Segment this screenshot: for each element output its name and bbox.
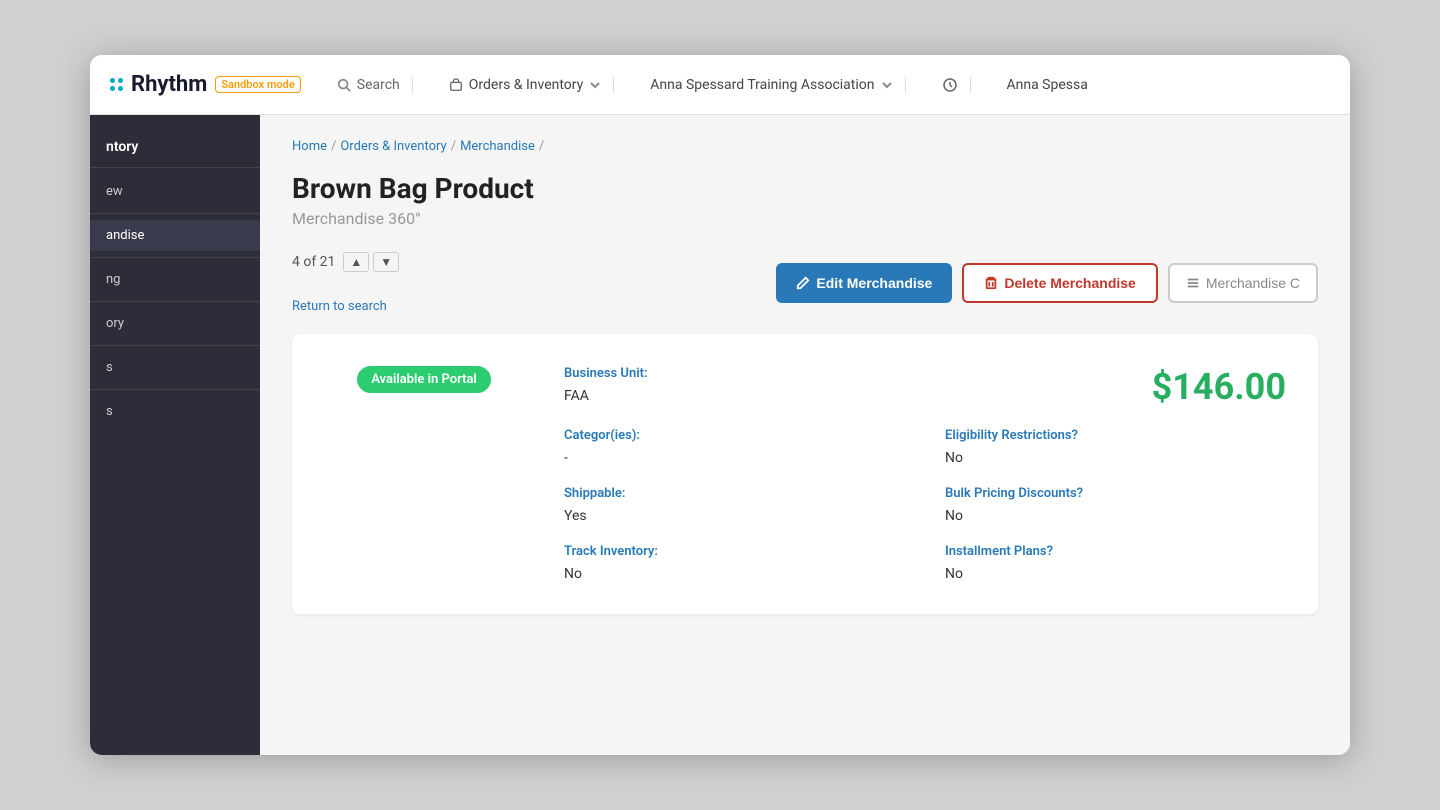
sidebar-item-label: ew: [106, 184, 123, 199]
return-search-link[interactable]: Return to search: [292, 299, 387, 314]
page-subtitle: Merchandise 360°: [292, 209, 1318, 228]
more-options-button[interactable]: Merchandise C: [1168, 263, 1318, 303]
installment-value: No: [945, 566, 963, 582]
delete-label: Delete Merchandise: [1004, 275, 1136, 291]
chevron-down-icon: [589, 79, 601, 91]
track-inventory-label: Track Inventory:: [564, 544, 905, 559]
main-content: Home / Orders & Inventory / Merchandise …: [260, 115, 1350, 755]
sidebar-divider: [90, 213, 260, 214]
history-icon: [942, 77, 958, 93]
pencil-icon: [796, 276, 810, 290]
sidebar-item-settings-2[interactable]: s: [90, 396, 260, 427]
shopping-bag-icon: [449, 78, 463, 92]
user-name: Anna Spessa: [1007, 77, 1088, 93]
sidebar-item-label: ng: [106, 272, 120, 287]
history-button[interactable]: [930, 77, 971, 93]
sidebar-section-title: ntory: [90, 131, 260, 168]
sidebar-divider: [90, 301, 260, 302]
business-unit-label: Business Unit:: [564, 366, 905, 381]
chevron-down-icon: [881, 79, 893, 91]
eligibility-label: Eligibility Restrictions?: [945, 428, 1286, 443]
breadcrumb-separator: /: [331, 139, 336, 154]
pagination-arrows: ▲ ▼: [343, 252, 399, 272]
availability-badge: Available in Portal: [357, 366, 491, 393]
logo-icon: [110, 78, 123, 91]
sidebar-divider: [90, 345, 260, 346]
search-icon: [337, 78, 351, 92]
product-card: Available in Portal Business Unit: FAA $…: [292, 334, 1318, 614]
edit-label: Edit Merchandise: [816, 275, 932, 291]
main-layout: ntory ew andise ng ory s s: [90, 115, 1350, 755]
orders-inventory-nav[interactable]: Orders & Inventory: [437, 77, 615, 93]
sidebar-item-overview[interactable]: ew: [90, 176, 260, 207]
product-image-area: Available in Portal: [324, 366, 524, 582]
action-buttons: Edit Merchandise Delete Merchandise: [776, 263, 1318, 303]
business-unit-group: Business Unit: FAA: [564, 366, 905, 408]
header: Rhythm Sandbox mode Search Orders & Inve…: [90, 55, 1350, 115]
track-inventory-group: Track Inventory: No: [564, 544, 905, 582]
sidebar-divider: [90, 389, 260, 390]
search-label: Search: [357, 77, 400, 93]
eligibility-value: No: [945, 450, 963, 466]
pagination-count: 4 of 21: [292, 254, 335, 270]
breadcrumb-merchandise[interactable]: Merchandise: [460, 139, 535, 154]
delete-merchandise-button[interactable]: Delete Merchandise: [962, 263, 1158, 303]
categories-value: -: [564, 450, 568, 466]
orders-inventory-label: Orders & Inventory: [469, 77, 584, 93]
categories-label: Categor(ies):: [564, 428, 905, 443]
business-unit-value: FAA: [564, 388, 589, 404]
sidebar-item-label: ory: [106, 316, 124, 331]
breadcrumb-orders[interactable]: Orders & Inventory: [340, 139, 446, 154]
installment-group: Installment Plans? No: [945, 544, 1286, 582]
breadcrumb: Home / Orders & Inventory / Merchandise …: [292, 139, 1318, 154]
page-title: Brown Bag Product: [292, 172, 1318, 205]
installment-label: Installment Plans?: [945, 544, 1286, 559]
track-inventory-value: No: [564, 566, 582, 582]
org-selector[interactable]: Anna Spessard Training Association: [638, 77, 905, 93]
search-button[interactable]: Search: [325, 77, 413, 93]
list-icon: [1186, 276, 1200, 290]
sidebar-item-pricing[interactable]: ng: [90, 264, 260, 295]
sidebar-divider: [90, 257, 260, 258]
bulk-pricing-label: Bulk Pricing Discounts?: [945, 486, 1286, 501]
edit-merchandise-button[interactable]: Edit Merchandise: [776, 263, 952, 303]
sidebar-item-inventory[interactable]: ory: [90, 308, 260, 339]
breadcrumb-separator: /: [539, 139, 544, 154]
sidebar-item-label: andise: [106, 228, 144, 243]
eligibility-group: Eligibility Restrictions? No: [945, 428, 1286, 466]
price-display: $146.00: [945, 366, 1286, 408]
sidebar-item-merchandise[interactable]: andise: [90, 220, 260, 251]
logo-text: Rhythm: [131, 72, 207, 97]
product-details: Business Unit: FAA $146.00 Categor(ies):…: [564, 366, 1286, 582]
pagination-info: 4 of 21 ▲ ▼ Return to search: [292, 252, 399, 314]
shippable-value: Yes: [564, 508, 587, 524]
toolbar-row: 4 of 21 ▲ ▼ Return to search Edit Mercha…: [292, 252, 1318, 314]
logo-area: Rhythm Sandbox mode: [110, 72, 301, 97]
sidebar: ntory ew andise ng ory s s: [90, 115, 260, 755]
shippable-label: Shippable:: [564, 486, 905, 501]
sandbox-badge: Sandbox mode: [215, 76, 300, 93]
trash-icon: [984, 276, 998, 290]
next-button[interactable]: ▼: [373, 252, 399, 272]
prev-button[interactable]: ▲: [343, 252, 369, 272]
user-menu[interactable]: Anna Spessa: [995, 77, 1100, 93]
sidebar-item-label: s: [106, 360, 113, 375]
sidebar-item-settings-1[interactable]: s: [90, 352, 260, 383]
shippable-group: Shippable: Yes: [564, 486, 905, 524]
breadcrumb-separator: /: [451, 139, 456, 154]
categories-group: Categor(ies): -: [564, 428, 905, 466]
org-name: Anna Spessard Training Association: [650, 77, 874, 93]
browser-window: Rhythm Sandbox mode Search Orders & Inve…: [90, 55, 1350, 755]
bulk-pricing-group: Bulk Pricing Discounts? No: [945, 486, 1286, 524]
breadcrumb-home[interactable]: Home: [292, 139, 327, 154]
more-label: Merchandise C: [1206, 275, 1300, 291]
sidebar-item-label: s: [106, 404, 113, 419]
bulk-pricing-value: No: [945, 508, 963, 524]
